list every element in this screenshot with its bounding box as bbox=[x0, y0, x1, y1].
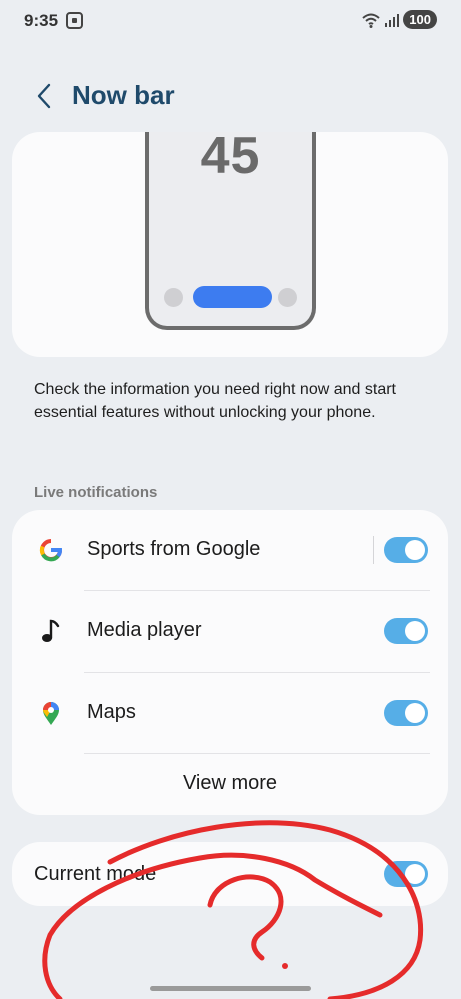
preview-clock: 45 bbox=[200, 132, 261, 185]
list-item-maps[interactable]: Maps bbox=[12, 673, 448, 755]
row-separator bbox=[373, 536, 374, 564]
battery-icon: 100 bbox=[403, 10, 437, 29]
phone-illustration: 45 bbox=[145, 132, 316, 330]
now-bar-preview: 45 bbox=[12, 132, 448, 357]
current-mode-toggle[interactable] bbox=[384, 861, 428, 887]
chevron-left-icon bbox=[37, 83, 51, 109]
preview-dot-left bbox=[164, 288, 183, 307]
maps-pin-icon bbox=[36, 698, 66, 728]
current-mode-row[interactable]: Current mode bbox=[12, 842, 448, 906]
list-item-label: Media player bbox=[87, 619, 202, 641]
screen-record-icon bbox=[66, 12, 83, 29]
live-notifications-list: Sports from Google Media player Maps Vie… bbox=[12, 510, 448, 815]
media-player-toggle[interactable] bbox=[384, 618, 428, 644]
status-bar: 9:35 100 bbox=[0, 0, 461, 40]
list-item-label: Maps bbox=[87, 701, 136, 723]
description-text: Check the information you need right now… bbox=[34, 381, 396, 421]
section-header-live-notifications: Live notifications bbox=[34, 484, 158, 501]
back-button[interactable] bbox=[26, 78, 62, 114]
current-mode-label: Current mode bbox=[34, 863, 157, 885]
preview-now-bar-pill bbox=[193, 286, 272, 308]
list-item-sports-from-google[interactable]: Sports from Google bbox=[12, 510, 448, 592]
list-item-media-player[interactable]: Media player bbox=[12, 591, 448, 673]
maps-toggle[interactable] bbox=[384, 700, 428, 726]
app-header: Now bar bbox=[0, 70, 461, 122]
sports-toggle[interactable] bbox=[384, 537, 428, 563]
divider bbox=[84, 753, 430, 754]
music-note-icon bbox=[36, 616, 66, 646]
view-more-button[interactable]: View more bbox=[12, 772, 448, 795]
wifi-icon bbox=[362, 13, 380, 28]
page-title: Now bar bbox=[72, 80, 175, 110]
status-icons: 100 bbox=[361, 10, 437, 29]
home-indicator[interactable] bbox=[150, 986, 311, 991]
google-icon bbox=[36, 535, 66, 565]
list-item-label: Sports from Google bbox=[87, 538, 261, 560]
preview-dot-right bbox=[278, 288, 297, 307]
status-time: 9:35 bbox=[24, 11, 59, 30]
signal-icon bbox=[385, 13, 400, 27]
